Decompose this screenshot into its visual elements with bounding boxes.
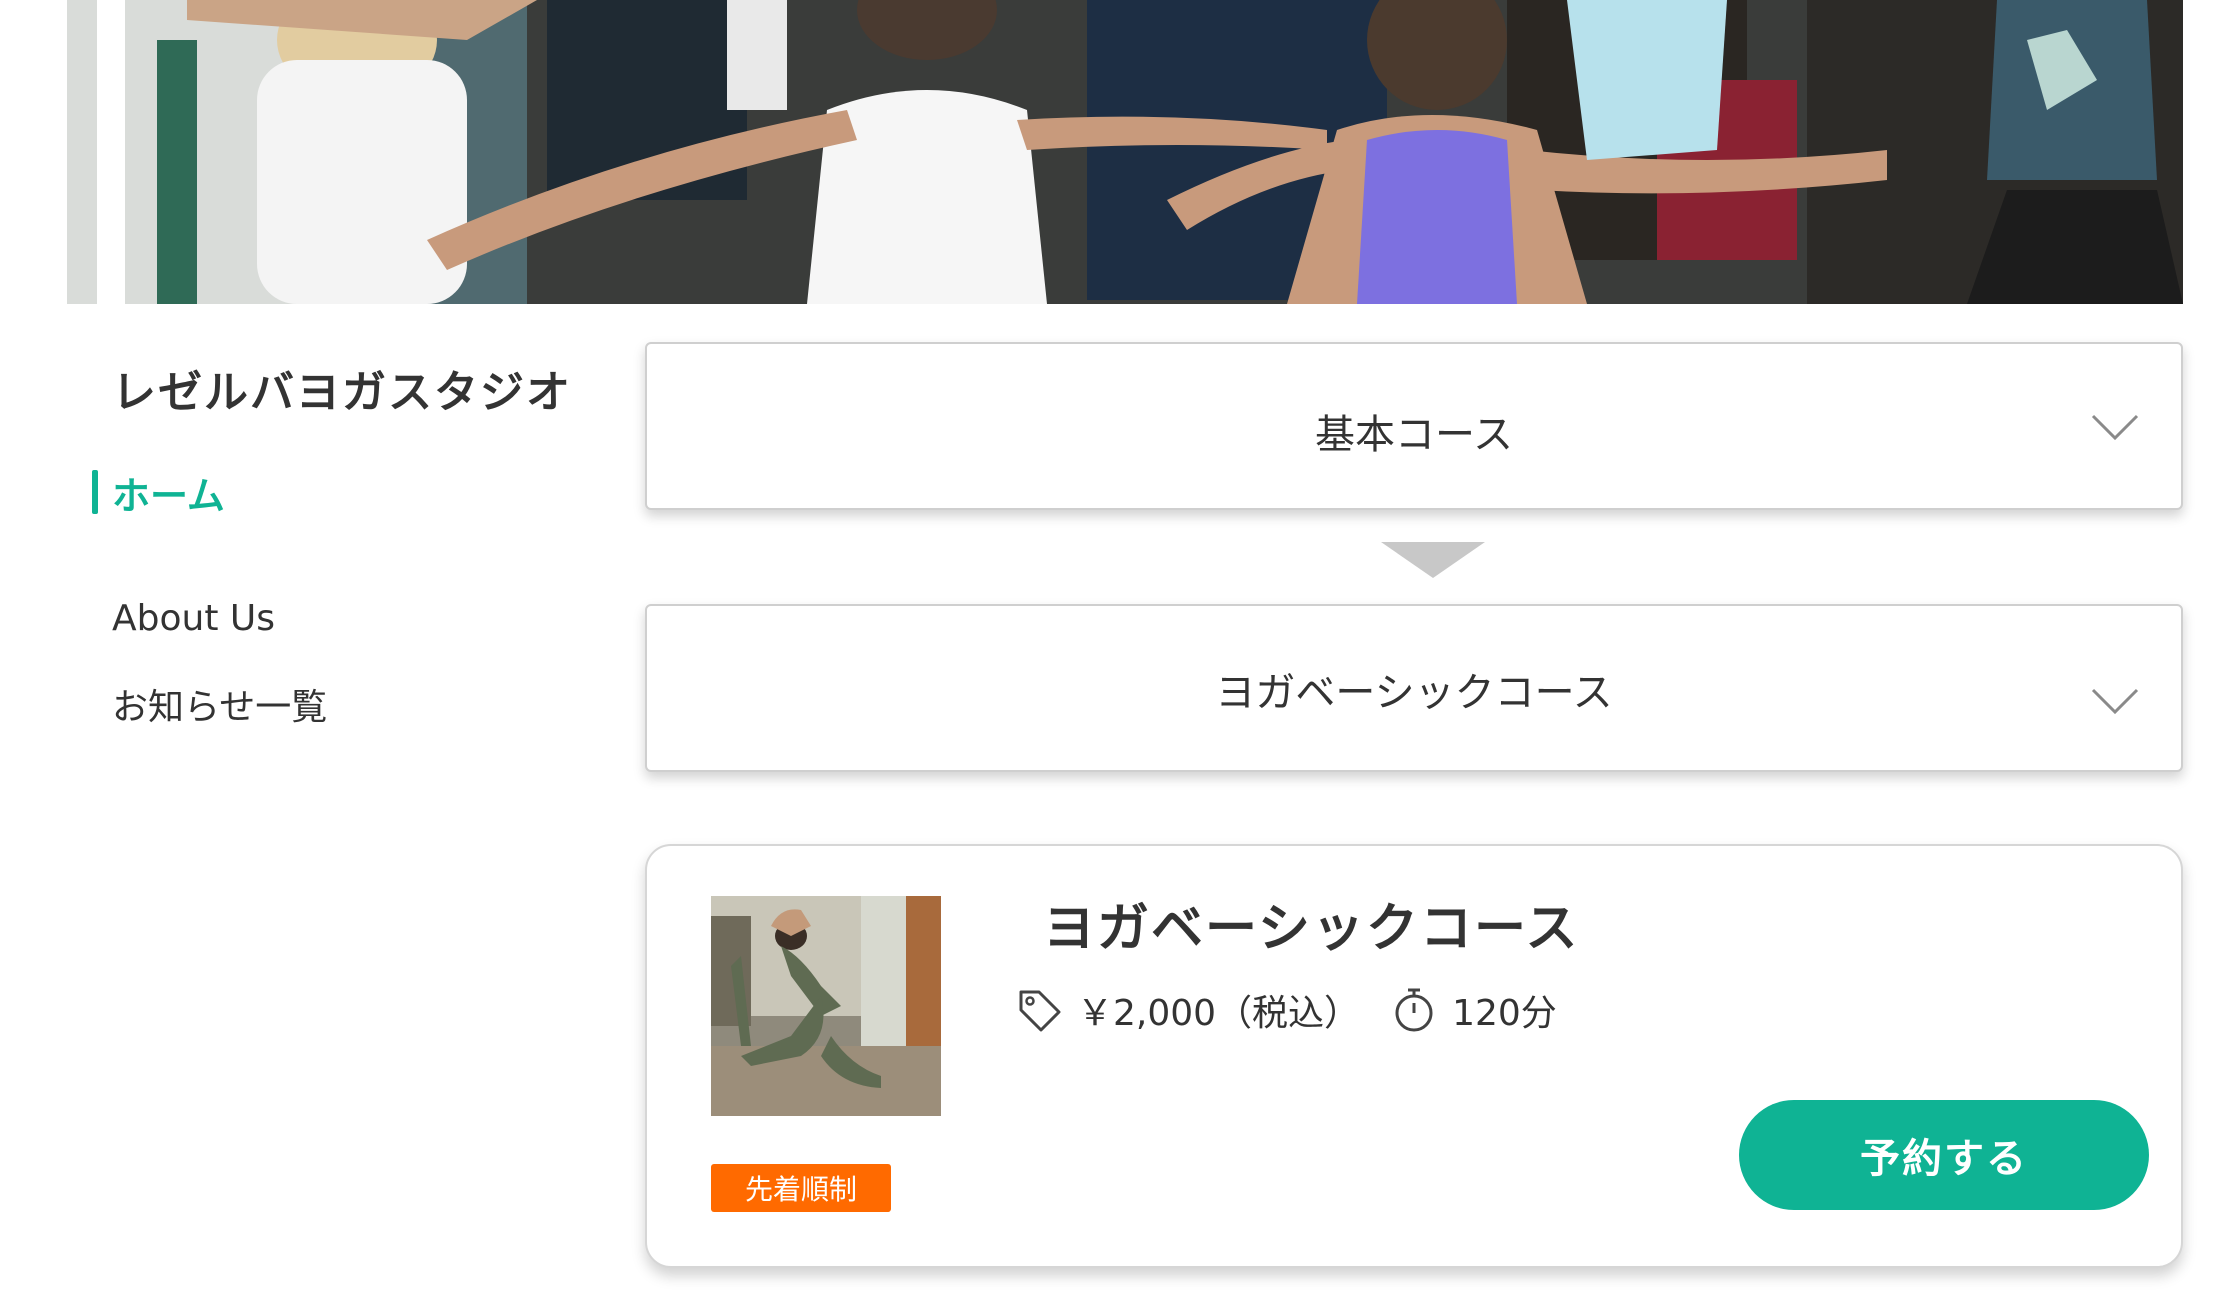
- hero-banner-image: [67, 0, 2183, 304]
- reserve-button[interactable]: 予約する: [1739, 1100, 2149, 1210]
- course-meta: ￥2,000（税込） 120分: [1015, 980, 1557, 1040]
- course-thumbnail-image: [711, 896, 941, 1116]
- course-category-select[interactable]: 基本コース: [645, 342, 2183, 510]
- sidebar-item-label: ホーム: [112, 473, 225, 518]
- chevron-down-icon: [2091, 414, 2139, 441]
- chevron-down-icon: [2091, 688, 2139, 715]
- first-come-badge: 先着順制: [711, 1164, 891, 1212]
- step-arrow-icon: [1381, 542, 1485, 578]
- active-indicator: [92, 470, 98, 514]
- course-duration: 120分: [1452, 993, 1557, 1034]
- course-title: ヨガベーシックコース: [1043, 899, 1580, 959]
- sidebar-item-home[interactable]: ホーム: [92, 468, 225, 518]
- sidebar-item-news-list[interactable]: お知らせ一覧: [112, 678, 327, 730]
- select-value: 基本コース: [1315, 412, 1513, 458]
- page: レゼルバヨガスタジオ ホーム About Us お知らせ一覧 基本コース ヨガベ…: [0, 0, 2240, 1315]
- select-value: ヨガベーシックコース: [1215, 670, 1613, 716]
- course-price: ￥2,000（税込）: [1077, 993, 1361, 1034]
- course-card: ヨガベーシックコース ￥2,000（税込） 120分 先着順制 予約する: [645, 844, 2183, 1268]
- studio-name[interactable]: レゼルバヨガスタジオ: [112, 356, 572, 420]
- stopwatch-icon: [1395, 988, 1433, 1032]
- sidebar-item-about-us[interactable]: About Us: [112, 598, 275, 639]
- course-select[interactable]: ヨガベーシックコース: [645, 604, 2183, 772]
- tag-icon: [1019, 990, 1061, 1032]
